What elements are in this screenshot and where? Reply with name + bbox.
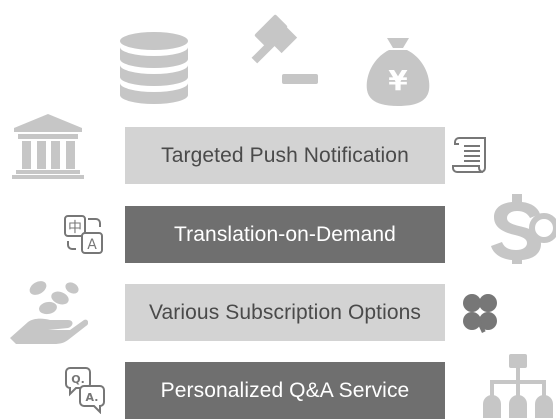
money-bag-icon: ¥	[365, 36, 431, 108]
hierarchy-icon	[482, 352, 554, 418]
bank-icon	[10, 112, 86, 180]
feature-label: Personalized Q&A Service	[160, 378, 410, 402]
feature-bar-subscription: Various Subscription Options	[125, 284, 445, 341]
translate-source-glyph: 中	[68, 220, 82, 236]
translate-icon: 中 A	[62, 213, 106, 257]
feature-bar-qa-service: Personalized Q&A Service	[125, 362, 445, 419]
feature-label: Translation-on-Demand	[174, 222, 396, 246]
feature-label: Various Subscription Options	[148, 300, 422, 324]
money-bag-symbol: ¥	[388, 64, 408, 97]
feature-label: Targeted Push Notification	[161, 143, 409, 167]
feature-bar-push-notification: Targeted Push Notification	[125, 127, 445, 184]
dollar-globe-icon	[488, 192, 556, 264]
clover-icon	[456, 291, 504, 335]
qa-question-glyph: Q.	[71, 373, 85, 386]
feature-bar-translation: Translation-on-Demand	[125, 206, 445, 263]
scroll-icon	[451, 134, 491, 176]
qa-icon: Q. A.	[62, 366, 108, 414]
coins-hand-icon	[8, 276, 88, 346]
gavel-icon	[244, 12, 322, 90]
qa-answer-glyph: A.	[86, 391, 99, 404]
database-icon	[118, 31, 190, 107]
translate-target-glyph: A	[87, 237, 97, 253]
